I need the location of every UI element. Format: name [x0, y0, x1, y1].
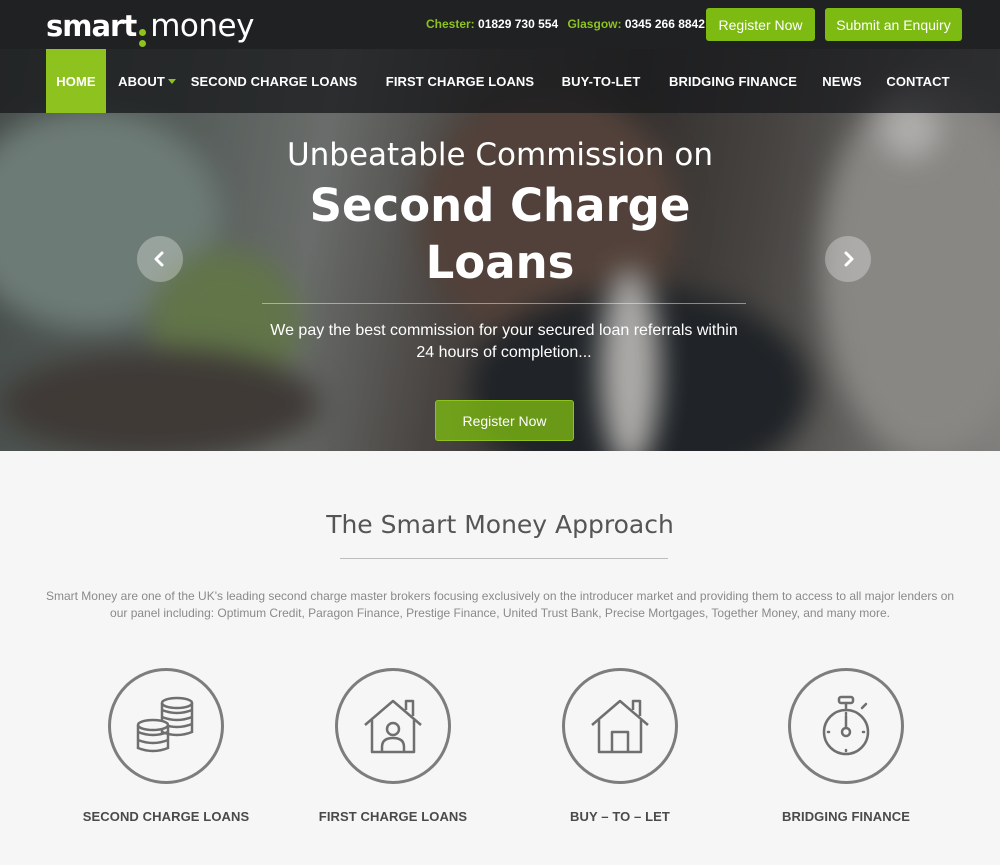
nav-item-about[interactable]: ABOUT [114, 49, 180, 113]
approach-description: Smart Money are one of the UK's leading … [45, 589, 955, 620]
top-bar: smart money Chester: 01829 730 554 Glasg… [0, 0, 1000, 49]
nav-label: HOME [56, 73, 96, 89]
submit-enquiry-button[interactable]: Submit an Enquiry [825, 8, 962, 41]
nav-item-second-charge-loans[interactable]: SECOND CHARGE LOANS [190, 49, 358, 113]
feature-buy-to-let[interactable]: BUY – TO – LET [520, 668, 720, 824]
feature-label: SECOND CHARGE LOANS [82, 809, 250, 824]
contact-phone-glasgow[interactable]: 0345 266 8842 [625, 17, 705, 31]
stopwatch-icon [822, 695, 870, 756]
feature-icon-circle [335, 668, 451, 784]
nav-label: FIRST CHARGE LOANS [385, 73, 535, 89]
house-person-icon [364, 699, 422, 754]
nav-item-news[interactable]: NEWS [816, 49, 868, 113]
logo-text-money: money [150, 8, 254, 44]
contact-phone-chester[interactable]: 01829 730 554 [478, 17, 558, 31]
feature-icon-circle [108, 668, 224, 784]
feature-first-charge-loans[interactable]: FIRST CHARGE LOANS [293, 668, 493, 824]
logo-colon-icon [139, 29, 147, 47]
nav-label: SECOND CHARGE LOANS [190, 73, 358, 89]
nav-label: BUY-TO-LET [561, 73, 641, 89]
hero-register-button[interactable]: Register Now [435, 400, 574, 441]
slider-prev-button[interactable] [137, 236, 183, 282]
nav-item-home[interactable]: HOME [46, 49, 106, 113]
smart-money-logo[interactable]: smart money [46, 8, 254, 47]
nav-label: CONTACT [886, 73, 950, 89]
nav-item-buy-to-let[interactable]: BUY-TO-LET [556, 49, 646, 113]
nav-item-contact[interactable]: CONTACT [880, 49, 956, 113]
nav-label: NEWS [822, 73, 862, 89]
slider-next-button[interactable] [825, 236, 871, 282]
coins-stack-icon [136, 696, 194, 753]
hero-divider [262, 303, 746, 304]
logo-text-smart: smart [46, 9, 137, 43]
contact-numbers: Chester: 01829 730 554 Glasgow: 0345 266… [426, 17, 711, 31]
feature-bridging-finance[interactable]: BRIDGING FINANCE [746, 668, 946, 824]
feature-icon-circle [562, 668, 678, 784]
hero-slider: HOME ABOUT SECOND CHARGE LOANS FIRST CHA… [0, 49, 1000, 451]
approach-title: The Smart Money Approach [326, 510, 674, 539]
nav-item-first-charge-loans[interactable]: FIRST CHARGE LOANS [384, 49, 536, 113]
contact-city-chester: Chester: [426, 17, 475, 31]
chevron-right-icon [844, 251, 854, 267]
feature-label: BUY – TO – LET [570, 809, 670, 824]
dropdown-caret-icon [167, 78, 176, 84]
house-icon [591, 699, 649, 754]
approach-divider [340, 558, 668, 559]
register-now-button[interactable]: Register Now [706, 8, 815, 41]
feature-second-charge-loans[interactable]: SECOND CHARGE LOANS [66, 668, 266, 824]
nav-label: BRIDGING FINANCE [669, 73, 797, 89]
contact-city-glasgow: Glasgow: [567, 17, 622, 31]
hero-subtitle: We pay the best commission for your secu… [270, 322, 738, 361]
feature-icon-circle [788, 668, 904, 784]
hero-heading-line1: Unbeatable Commission on [286, 137, 714, 173]
nav-label: ABOUT [118, 73, 165, 89]
nav-item-bridging-finance[interactable]: BRIDGING FINANCE [664, 49, 802, 113]
feature-label: BRIDGING FINANCE [782, 809, 910, 824]
hero-heading-line2: Second Charge Loans [309, 179, 691, 289]
chevron-left-icon [154, 251, 164, 267]
feature-label: FIRST CHARGE LOANS [318, 809, 468, 824]
main-nav: HOME ABOUT SECOND CHARGE LOANS FIRST CHA… [0, 49, 1000, 113]
